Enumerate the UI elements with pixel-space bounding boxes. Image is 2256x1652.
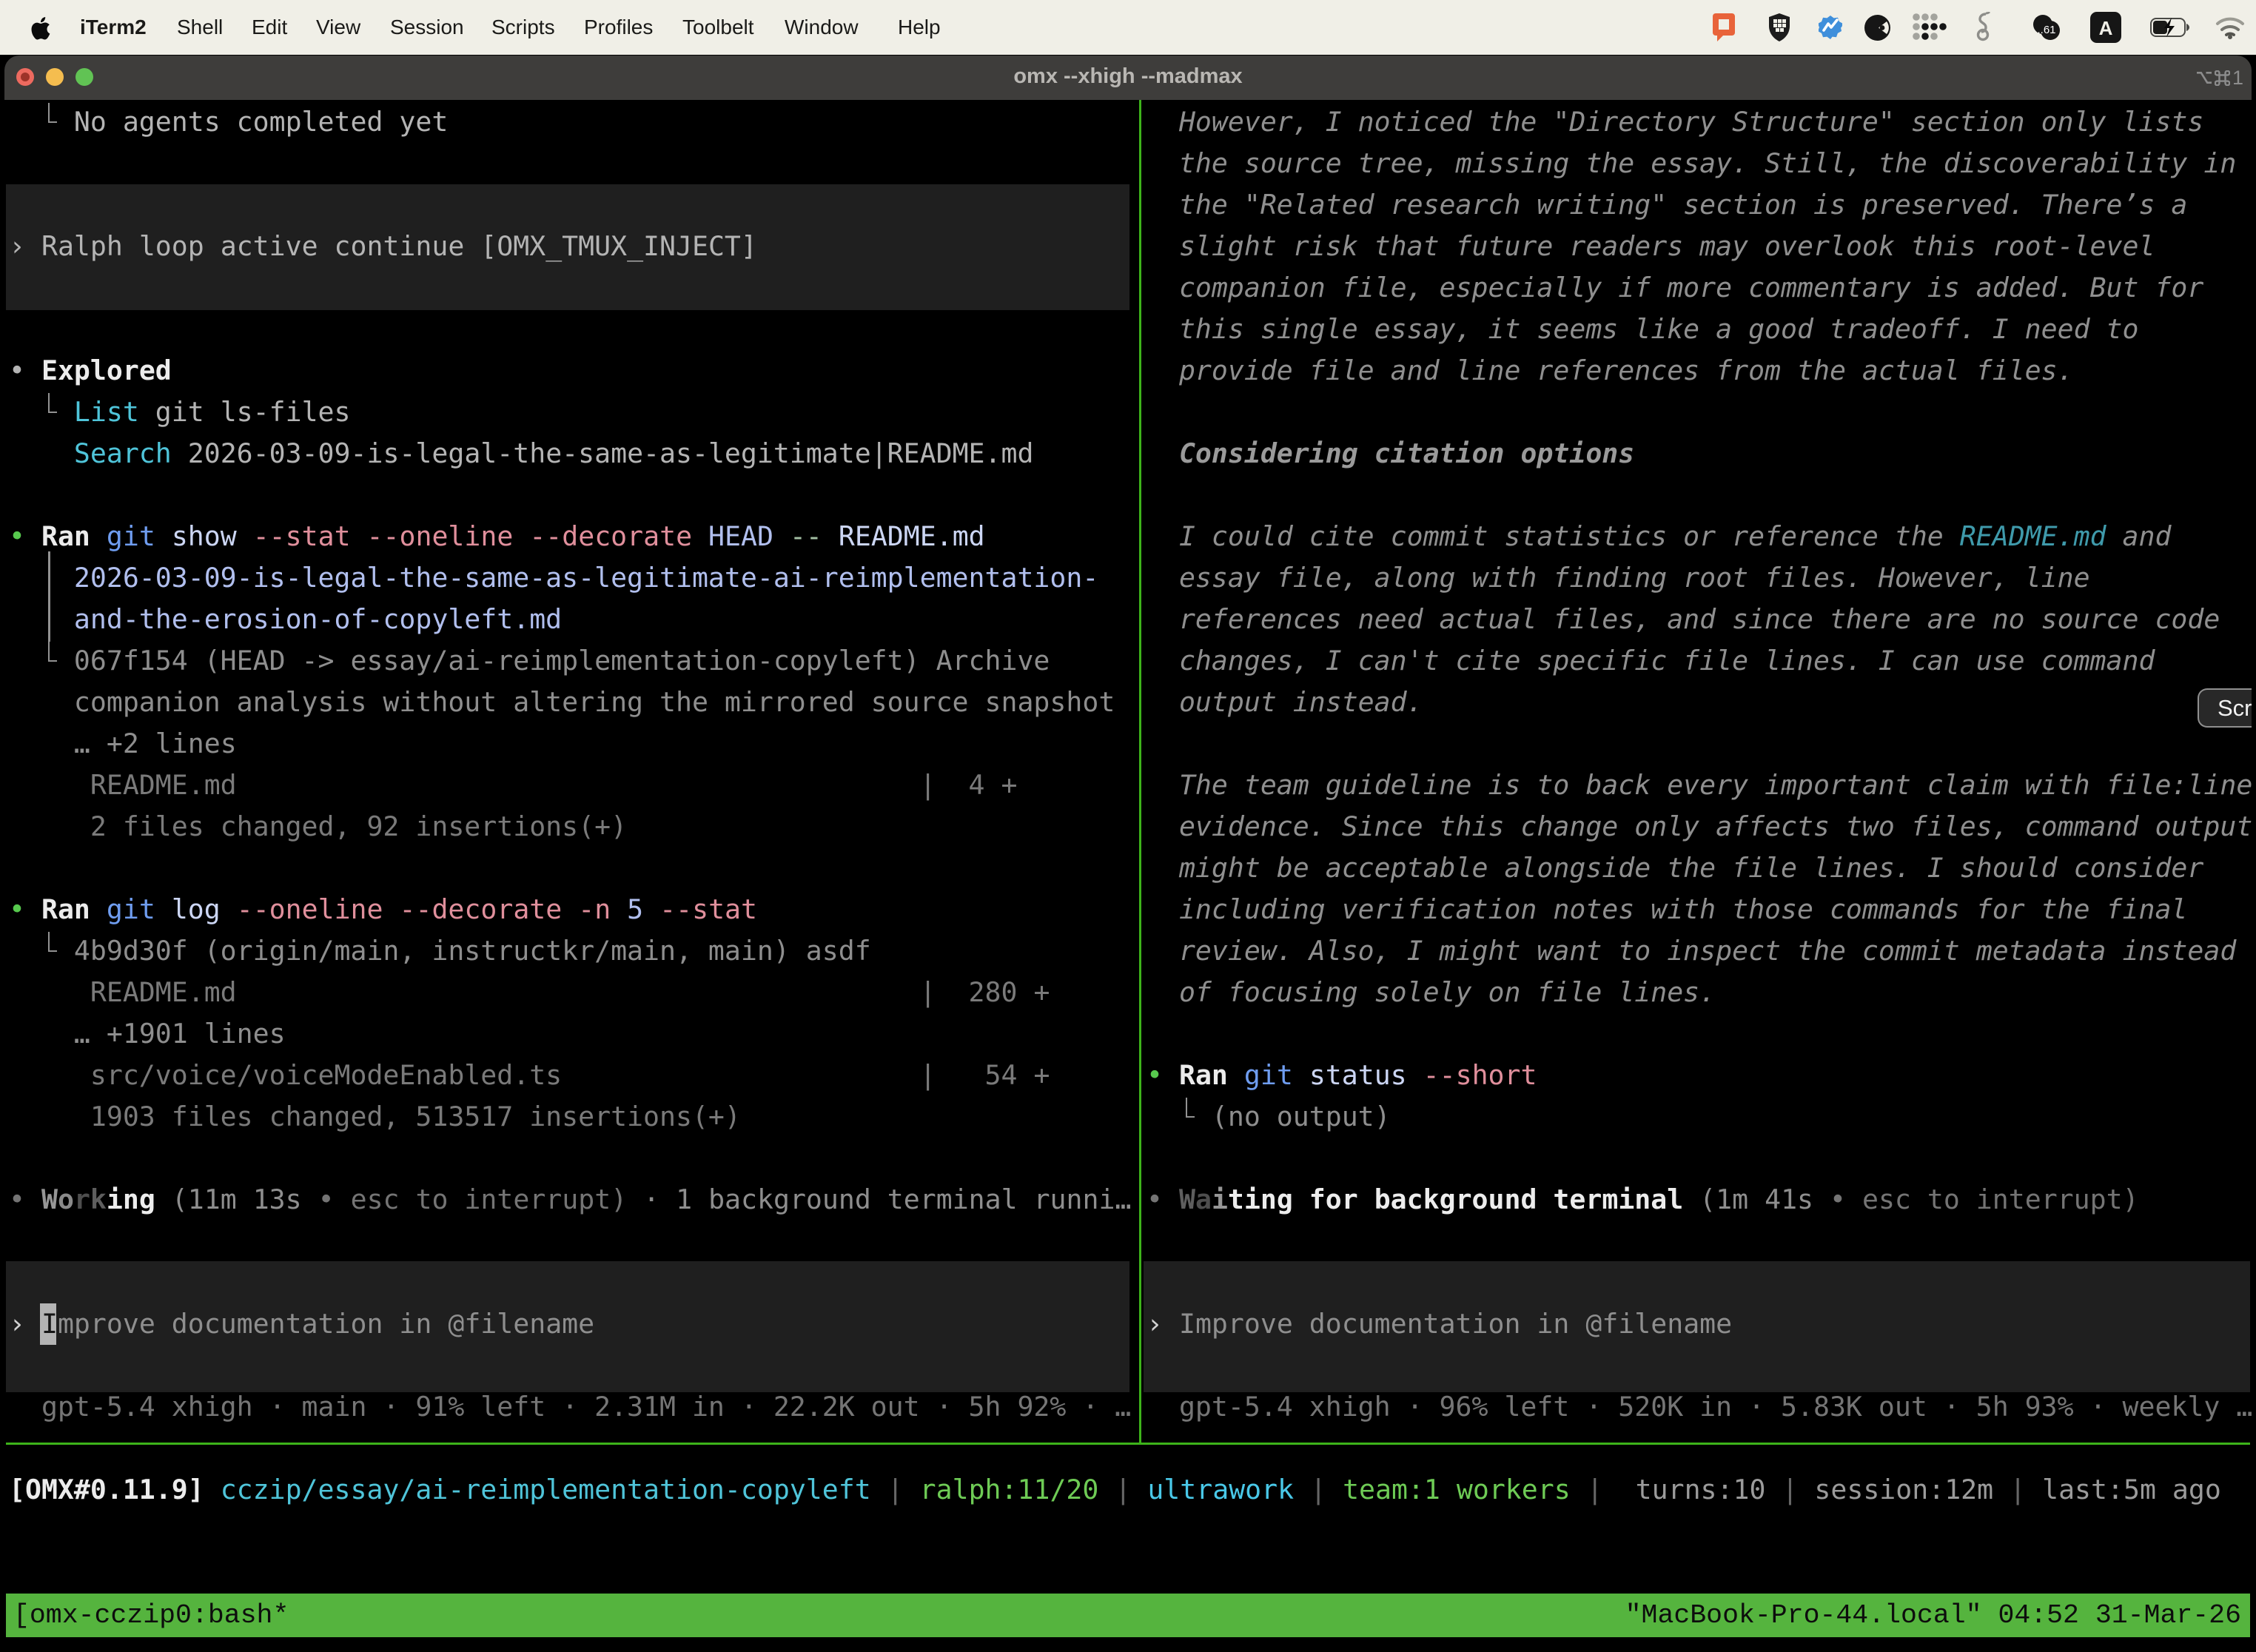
- svg-text:..61: ..61: [2037, 24, 2055, 36]
- svg-text:A: A: [2099, 17, 2113, 39]
